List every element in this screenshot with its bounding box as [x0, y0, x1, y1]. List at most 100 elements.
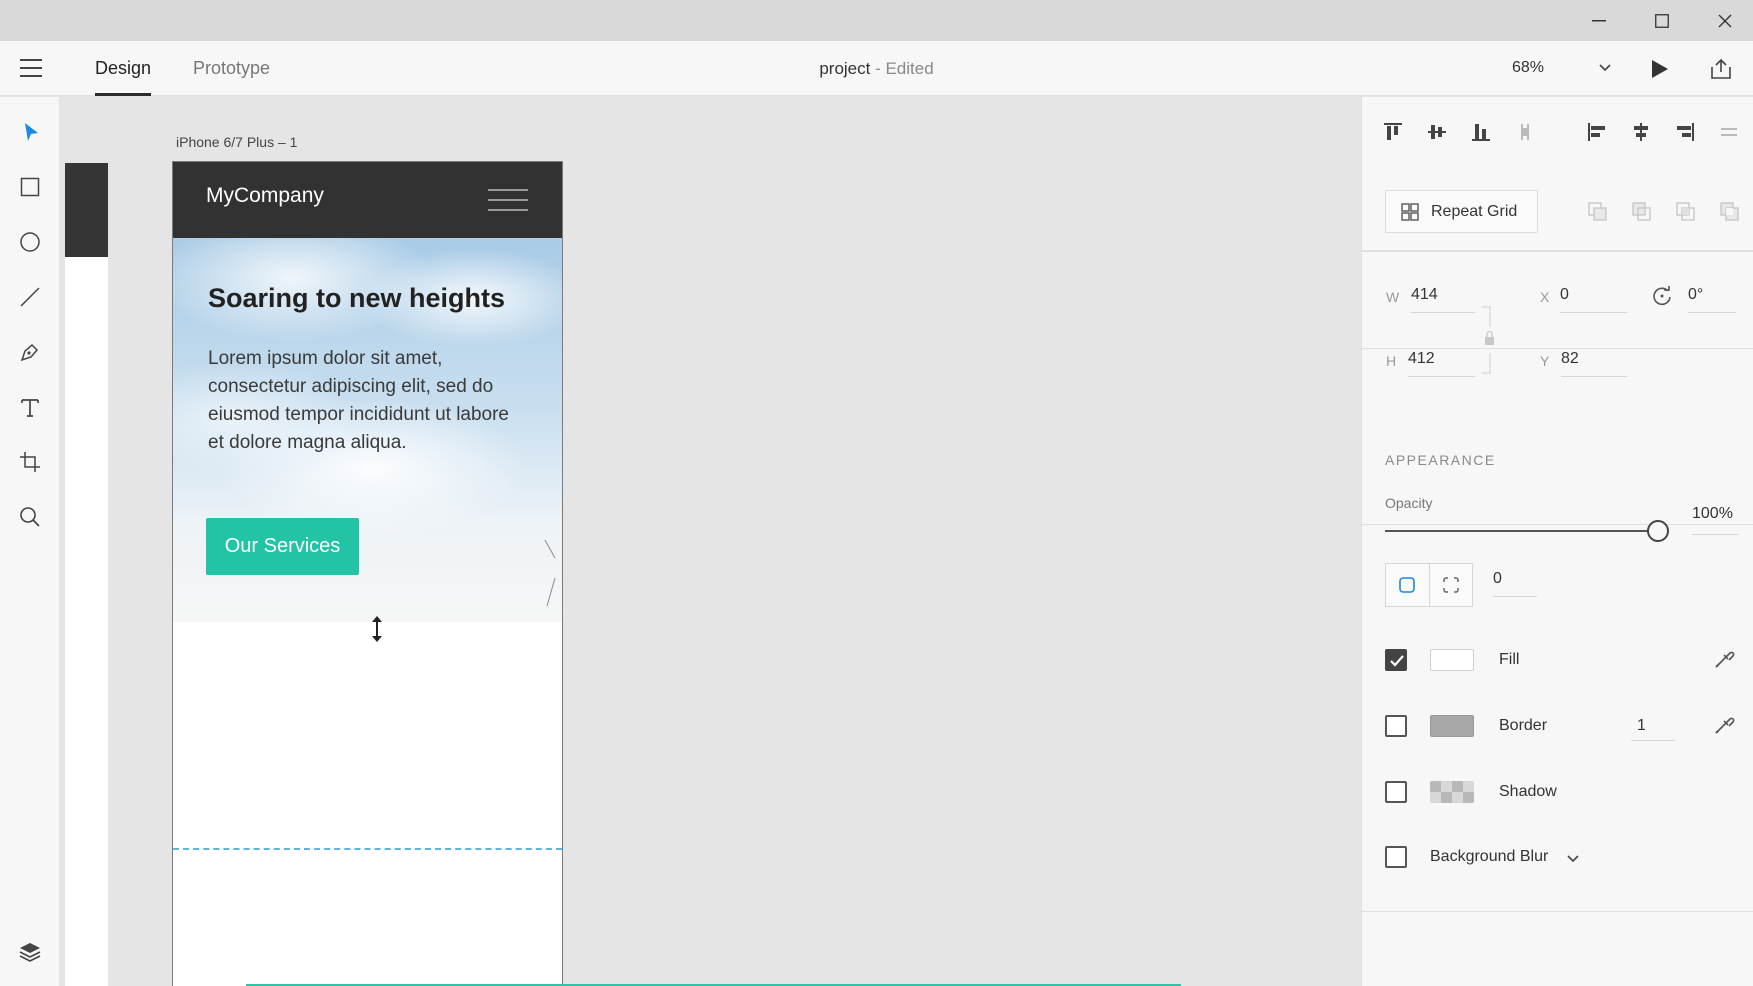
align-bottom-button[interactable]	[1468, 119, 1494, 145]
fill-checkbox[interactable]	[1385, 649, 1407, 671]
text-icon	[21, 399, 39, 417]
lock-aspect-icon[interactable]	[1480, 305, 1494, 375]
fill-color-swatch[interactable]	[1430, 649, 1474, 671]
zoom-dropdown[interactable]: 68%	[1500, 51, 1620, 85]
design-canvas[interactable]: iPhone 6/7 Plus – 1 MyCompany Soaring to…	[61, 97, 1361, 986]
zoom-tool[interactable]	[13, 500, 47, 534]
eyedropper-icon[interactable]	[1713, 714, 1735, 736]
repeat-grid-button[interactable]: Repeat Grid	[1385, 190, 1538, 233]
boolean-add-icon[interactable]	[1586, 200, 1610, 224]
height-input[interactable]: 412	[1408, 347, 1475, 377]
tab-prototype[interactable]: Prototype	[193, 41, 270, 96]
opacity-slider-thumb[interactable]	[1647, 520, 1669, 542]
document-name: project	[819, 59, 871, 78]
line-tool[interactable]	[13, 280, 47, 314]
opacity-label: Opacity	[1385, 495, 1433, 511]
ellipse-icon	[20, 232, 40, 252]
rectangle-icon	[20, 177, 40, 197]
pen-tool[interactable]	[13, 335, 47, 369]
border-checkbox[interactable]	[1385, 715, 1407, 737]
distribute-horizontal-button[interactable]	[1716, 119, 1742, 145]
window-title-bar	[0, 0, 1753, 41]
hamburger-menu-icon[interactable]	[20, 59, 42, 77]
site-nav-bar[interactable]: MyCompany	[173, 162, 562, 238]
align-center-button[interactable]	[1628, 119, 1654, 145]
align-middle-icon	[1428, 125, 1446, 139]
chevron-down-icon[interactable]	[1566, 851, 1580, 865]
x-label: X	[1540, 289, 1550, 305]
pen-icon	[20, 343, 39, 362]
artboard[interactable]: MyCompany Soaring to new heights Lorem i…	[172, 161, 563, 986]
layers-button[interactable]	[13, 935, 47, 969]
close-window-button[interactable]	[1695, 0, 1753, 41]
vertical-resize-cursor-icon[interactable]	[370, 614, 384, 644]
artboard-tool[interactable]	[13, 445, 47, 479]
app-header: Design Prototype project - Edited 68%	[0, 41, 1753, 96]
shadow-swatch[interactable]	[1430, 781, 1474, 803]
maximize-button[interactable]	[1632, 0, 1692, 41]
corner-radius-mode-toggle[interactable]	[1385, 563, 1473, 607]
per-corner-button[interactable]	[1428, 564, 1472, 606]
opacity-slider-track[interactable]	[1385, 530, 1661, 532]
property-inspector: Repeat Grid W 414 H 412 X 0 Y 82 0° APPE…	[1361, 97, 1753, 986]
y-input[interactable]: 82	[1561, 347, 1627, 377]
hero-title[interactable]: Soaring to new heights	[208, 283, 505, 314]
hero-body-text[interactable]: Lorem ipsum dolor sit amet, consectetur …	[208, 345, 528, 457]
tab-design[interactable]: Design	[95, 41, 152, 96]
text-tool[interactable]	[13, 390, 47, 424]
chevron-down-icon	[1599, 64, 1611, 72]
tool-bar	[0, 97, 60, 986]
rectangle-tool[interactable]	[13, 170, 47, 204]
share-button[interactable]	[1706, 54, 1736, 84]
uniform-corner-button[interactable]	[1386, 564, 1429, 606]
adjacent-artboard-header[interactable]	[65, 163, 108, 257]
distribute-vertical-button[interactable]	[1512, 119, 1538, 145]
eyedropper-icon[interactable]	[1713, 648, 1735, 670]
boolean-intersect-icon[interactable]	[1674, 200, 1698, 224]
border-color-swatch[interactable]	[1430, 715, 1474, 737]
width-input[interactable]: 414	[1411, 283, 1475, 313]
site-menu-icon[interactable]	[488, 189, 528, 211]
shadow-label: Shadow	[1499, 783, 1557, 800]
our-services-button[interactable]: Our Services	[206, 518, 359, 575]
align-bottom-icon	[1472, 124, 1490, 141]
adjacent-artboard-body[interactable]	[65, 257, 108, 986]
x-input[interactable]: 0	[1560, 283, 1627, 313]
opacity-input[interactable]: 100%	[1692, 505, 1738, 535]
rotation-input[interactable]: 0°	[1688, 283, 1736, 313]
align-top-icon	[1384, 123, 1402, 140]
distribute-vertical-icon	[1521, 124, 1529, 140]
viewport-fold-line[interactable]	[173, 848, 562, 850]
minimize-button[interactable]	[1569, 0, 1629, 41]
pointer-icon	[25, 123, 38, 141]
boolean-exclude-icon[interactable]	[1718, 200, 1742, 224]
align-top-button[interactable]	[1380, 119, 1406, 145]
shadow-checkbox[interactable]	[1385, 781, 1407, 803]
maximize-icon	[1655, 13, 1669, 28]
document-status: - Edited	[870, 59, 934, 78]
background-blur-label: Background Blur	[1430, 848, 1549, 865]
close-icon	[1718, 14, 1732, 27]
align-right-button[interactable]	[1672, 119, 1698, 145]
y-label: Y	[1540, 353, 1550, 369]
play-preview-button[interactable]	[1644, 54, 1674, 84]
zoom-value: 68%	[1512, 59, 1545, 76]
corner-radius-input[interactable]: 0	[1493, 567, 1537, 597]
selection-edge-mark	[544, 539, 556, 607]
site-brand[interactable]: MyCompany	[206, 184, 324, 208]
boolean-subtract-icon[interactable]	[1630, 200, 1654, 224]
align-left-icon	[1588, 123, 1605, 141]
align-middle-button[interactable]	[1424, 119, 1450, 145]
ellipse-tool[interactable]	[13, 225, 47, 259]
border-label: Border	[1499, 717, 1548, 734]
background-blur-row: Background Blur	[1385, 842, 1735, 872]
align-left-button[interactable]	[1584, 119, 1610, 145]
fill-row: Fill	[1385, 645, 1735, 675]
background-blur-checkbox[interactable]	[1385, 846, 1407, 868]
select-tool[interactable]	[13, 115, 47, 149]
border-width-input[interactable]: 1	[1631, 711, 1675, 741]
artboard-label[interactable]: iPhone 6/7 Plus – 1	[176, 134, 297, 150]
fill-label: Fill	[1499, 651, 1520, 668]
hero-section[interactable]: Soaring to new heights Lorem ipsum dolor…	[173, 238, 562, 622]
height-label: H	[1386, 353, 1397, 369]
